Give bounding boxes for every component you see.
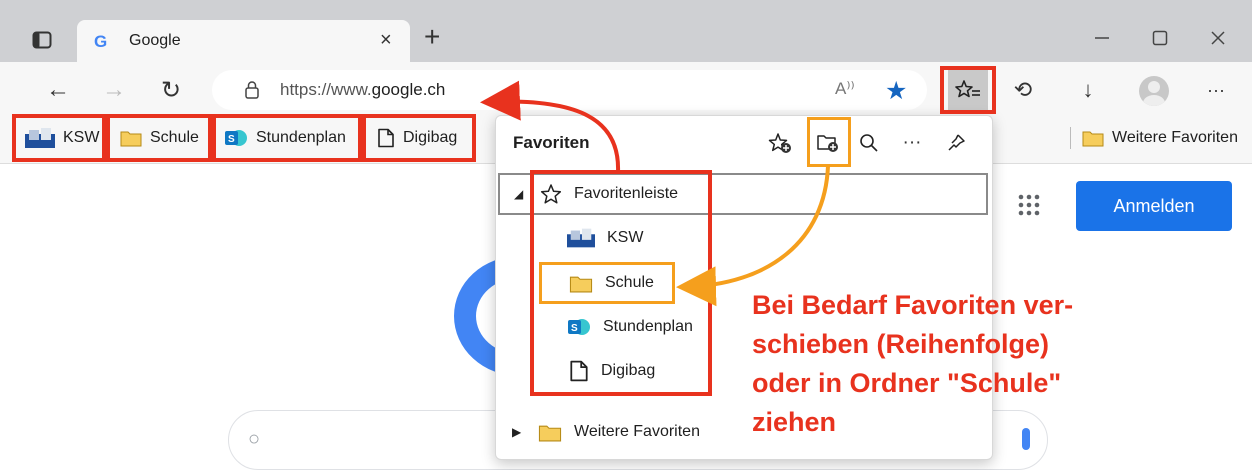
annotation-line: ziehen xyxy=(752,407,837,437)
more-menu-button[interactable]: ··· xyxy=(1196,70,1236,110)
tab-close-icon[interactable]: × xyxy=(380,29,392,52)
annotation-line: schieben (Reihenfolge) xyxy=(752,329,1050,359)
annotation-line: oder in Ordner "Schule" xyxy=(752,368,1062,398)
tree-item-weitere-favoriten[interactable]: ▶ Weitere Favoriten xyxy=(512,412,700,452)
annotation-box-digibag xyxy=(362,114,476,162)
search-icon xyxy=(860,134,878,152)
signin-button[interactable]: Anmelden xyxy=(1076,181,1232,231)
apps-grid-icon[interactable] xyxy=(1018,194,1040,221)
add-favorite-button[interactable] xyxy=(764,127,796,159)
annotation-box-favorites-hub xyxy=(940,66,996,114)
favorite-star-icon[interactable]: ★ xyxy=(885,76,907,106)
pin-flyout-button[interactable] xyxy=(940,127,972,159)
close-icon xyxy=(1211,31,1225,45)
url-text[interactable]: https://www.google.ch xyxy=(280,80,445,100)
back-button[interactable]: ← xyxy=(40,72,76,108)
lock-icon xyxy=(244,80,260,105)
address-bar[interactable]: https://www.google.ch A⁾⁾ ★ xyxy=(212,70,927,110)
more-icon: ··· xyxy=(902,132,922,153)
annotation-box-add-folder xyxy=(807,117,851,167)
minimize-button[interactable] xyxy=(1082,18,1122,58)
close-window-button[interactable] xyxy=(1198,18,1238,58)
flyout-title: Favoriten xyxy=(513,133,590,152)
annotation-text: Bei Bedarf Favoriten ver- schieben (Reih… xyxy=(752,286,1192,442)
annotation-box-schule-folder xyxy=(539,262,675,304)
tab-actions-icon xyxy=(32,31,52,49)
maximize-button[interactable] xyxy=(1140,18,1180,58)
folder-icon xyxy=(538,425,562,441)
maximize-icon xyxy=(1152,30,1168,46)
annotation-box-stundenplan xyxy=(212,114,362,162)
expand-caret-icon[interactable]: ◢ xyxy=(514,187,528,201)
profile-avatar[interactable] xyxy=(1139,76,1169,106)
new-tab-button[interactable]: + xyxy=(424,23,440,51)
tree-item-label: Weitere Favoriten xyxy=(574,423,700,440)
browser-tab[interactable]: G Google × xyxy=(77,20,410,62)
tab-title: Google xyxy=(129,32,181,49)
downloads-button[interactable]: ↓ xyxy=(1068,70,1108,110)
annotation-box-ksw xyxy=(12,114,106,162)
flyout-more-button[interactable]: ··· xyxy=(896,127,928,159)
star-add-icon xyxy=(768,133,791,153)
forward-button[interactable]: → xyxy=(96,72,132,108)
favbar-separator xyxy=(1070,127,1071,149)
search-favorites-button[interactable] xyxy=(853,127,885,159)
refresh-button[interactable]: ↻ xyxy=(153,72,189,108)
favbar-more-label: Weitere Favoriten xyxy=(1112,129,1238,146)
google-favicon-icon: G xyxy=(94,32,108,51)
tab-actions-button[interactable] xyxy=(24,22,60,58)
pin-icon xyxy=(948,134,965,151)
annotation-line: Bei Bedarf Favoriten ver- xyxy=(752,290,1074,320)
history-button[interactable]: ⟲ xyxy=(1003,70,1043,110)
collapse-caret-icon[interactable]: ▶ xyxy=(512,425,526,439)
annotation-box-schule xyxy=(106,114,212,162)
folder-icon xyxy=(1082,131,1104,147)
favbar-more-favorites[interactable]: Weitere Favoriten xyxy=(1082,117,1238,159)
read-aloud-icon[interactable]: A⁾⁾ xyxy=(835,79,855,99)
minimize-icon xyxy=(1095,37,1109,39)
